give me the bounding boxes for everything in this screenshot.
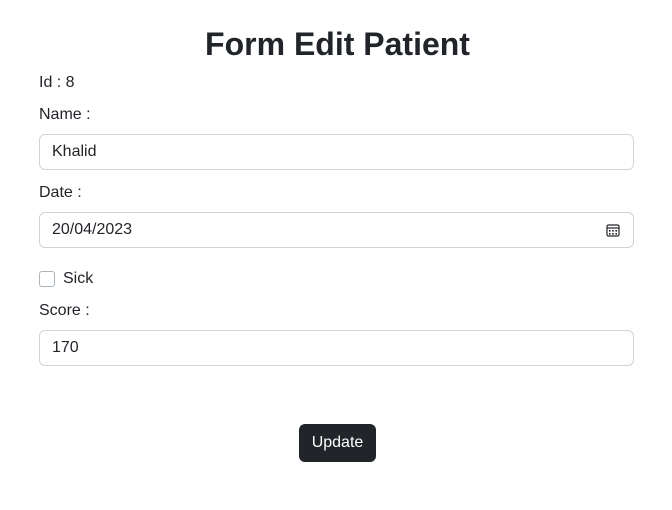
page-title: Form Edit Patient (205, 26, 470, 62)
sick-checkbox-row: Sick (39, 269, 93, 289)
date-input-value: 20/04/2023 (52, 221, 133, 238)
name-label: Name : (39, 106, 91, 123)
score-input-value: 170 (52, 339, 79, 356)
score-input[interactable]: 170 (39, 330, 634, 366)
date-input[interactable]: 20/04/2023 (39, 212, 634, 248)
update-button[interactable]: Update (299, 424, 376, 462)
patient-id: Id : 8 (39, 74, 75, 91)
calendar-icon[interactable] (605, 222, 621, 238)
name-input-value: Khalid (52, 143, 97, 160)
sick-label: Sick (63, 270, 94, 287)
sick-checkbox[interactable] (39, 271, 55, 287)
edit-patient-page: Form Edit Patient Id : 8 Name : Khalid D… (0, 0, 672, 510)
date-label: Date : (39, 184, 82, 201)
name-input[interactable]: Khalid (39, 134, 634, 170)
score-label: Score : (39, 302, 90, 319)
